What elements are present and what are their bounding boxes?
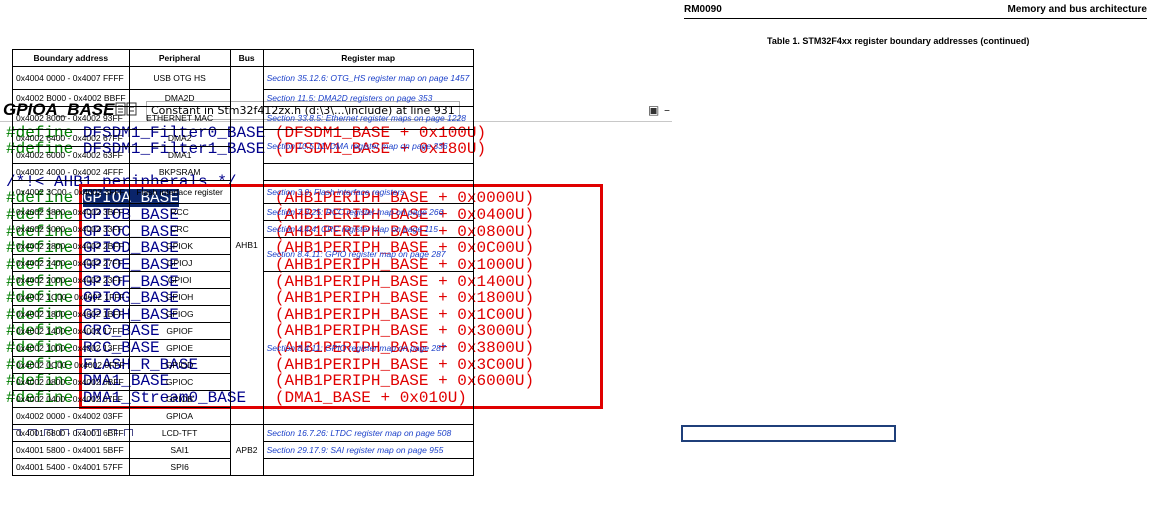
register-map-link[interactable]: Section 8.4.11: GPIO register map on pag… (262, 271, 474, 425)
boundary-address-cell: 0x4002 1800 - 0x4002 1BFF (12, 305, 130, 323)
peripheral-cell: GPIOH (128, 288, 231, 306)
boundary-address-cell: 0x4004 0000 - 0x4007 FFFF (12, 66, 130, 90)
register-map-link[interactable]: Section 10.5.11: DMA register map on pag… (262, 129, 474, 164)
register-map-link[interactable]: Section 16.7.26: LTDC register map on pa… (262, 424, 474, 442)
boundary-address-cell: 0x4002 8000 - 0x4002 93FF (12, 106, 130, 130)
boundary-address-cell: 0x4002 2400 - 0x4002 27FF (12, 254, 130, 272)
peripheral-cell: GPIOC (128, 373, 231, 391)
bus-cell-ahb1: AHB1 (229, 66, 264, 425)
register-map-link[interactable]: Section 33.8.5: Ethernet register maps o… (262, 106, 474, 130)
boundary-address-cell: 0x4001 5400 - 0x4001 57FF (12, 458, 130, 476)
header-rule (684, 18, 1147, 19)
peripheral-cell: DMA2 (128, 129, 231, 147)
register-map-link[interactable]: Section 35.12.6: OTG_HS register map on … (262, 66, 474, 90)
table-row: 0x4001 6800 - 0x4001 6BFF LCD-TFT APB2 Sect… (12, 424, 474, 476)
boundary-address-cell: 0x4002 6000 - 0x4002 63FF (12, 146, 130, 164)
boundary-address-cell: 0x4002 0000 - 0x4002 03FF (12, 407, 130, 425)
boundary-address-cell: 0x4002 0C00 - 0x4002 0FFF (12, 356, 130, 374)
minimize-icon[interactable]: – (664, 103, 670, 117)
register-map-link[interactable]: Section 7.3.25: RCC register map on page… (262, 203, 474, 221)
boundary-address-cell: 0x4002 0400 - 0x4002 07FF (12, 390, 130, 408)
boundary-address-cell: 0x4002 0800 - 0x4002 0BFF (12, 373, 130, 391)
boundary-address-cell: 0x4002 1400 - 0x4002 17FF (12, 322, 130, 340)
peripheral-cell: GPIOG (128, 305, 231, 323)
boundary-address-cell: 0x4002 3C00 - 0x4002 3FFF (12, 180, 130, 204)
peripheral-cell: CRC (128, 220, 231, 238)
boundary-address-cell: 0x4002 B000 - 0x4002 BBFF (12, 89, 130, 107)
register-map-link[interactable]: Section 4.4.4: CRC register map on page … (262, 220, 474, 238)
peripheral-cell: BKPSRAM (128, 163, 231, 181)
peripheral-cell: Flash interface register (128, 180, 231, 204)
peripheral-cell: GPIOI (128, 271, 231, 289)
table-caption: Table 1. STM32F4xx register boundary add… (767, 36, 1030, 46)
register-map-link[interactable] (262, 458, 474, 476)
boundary-address-cell: 0x4002 3800 - 0x4002 3BFF (12, 203, 130, 221)
boundary-address-cell: 0x4002 2000 - 0x4002 23FF (12, 271, 130, 289)
peripheral-cell: SAI1 (128, 441, 231, 459)
peripheral-cell: USB OTG HS (128, 66, 231, 90)
peripheral-cell: GPIOB (128, 390, 231, 408)
register-map-link[interactable]: Section 8.4.11: GPIO register map on pag… (262, 237, 474, 272)
section-title: Memory and bus architecture (1007, 4, 1147, 15)
peripheral-cell: GPIOK (128, 237, 231, 255)
boundary-address-cell: 0x4002 6400 - 0x4002 67FF (12, 129, 130, 147)
bus-cell-apb2: APB2 (229, 424, 264, 476)
highlight-box-blue (681, 425, 896, 442)
register-map-link[interactable]: Section 11.5: DMA2D registers on page 35… (262, 89, 474, 107)
header-boundary-address: Boundary address (12, 49, 130, 67)
boundary-address-cell: 0x4002 2800 - 0x4002 2BFF (12, 237, 130, 255)
header-bus: Bus (229, 49, 264, 67)
boundary-address-cell: 0x4001 5800 - 0x4001 5BFF (12, 441, 130, 459)
boundary-address-cell: 0x4002 1C00 - 0x4002 1FFF (12, 288, 130, 306)
peripheral-cell: GPIOF (128, 322, 231, 340)
peripheral-cell: RCC (128, 203, 231, 221)
peripheral-cell: GPIOD (128, 356, 231, 374)
boundary-address-cell: 0x4002 4000 - 0x4002 4FFF (12, 163, 130, 181)
boundary-address-cell: 0x4002 3000 - 0x4002 33FF (12, 220, 130, 238)
peripheral-cell: ETHERNET MAC (128, 106, 231, 130)
peripheral-cell: GPIOJ (128, 254, 231, 272)
peripheral-cell: DMA1 (128, 146, 231, 164)
header-register-map: Register map (262, 49, 474, 67)
peripheral-cell: DMA2D (128, 89, 231, 107)
register-map-link[interactable]: Section 3.9: Flash interface registers (262, 180, 474, 204)
pin-icon[interactable]: ▣ (648, 103, 659, 117)
register-map-link[interactable]: Section 29.17.9: SAI register map on pag… (262, 441, 474, 459)
document-code: RM0090 (684, 4, 722, 15)
peripheral-cell: LCD-TFT (128, 424, 231, 442)
register-map-link[interactable] (262, 163, 474, 181)
peripheral-cell: GPIOA (128, 407, 231, 425)
table-header-row: Boundary address Peripheral Bus Register… (12, 49, 474, 67)
peripheral-cell: SPI6 (128, 458, 231, 476)
register-boundary-table: Boundary address Peripheral Bus Register… (12, 49, 474, 476)
boundary-address-cell: 0x4001 6800 - 0x4001 6BFF (12, 424, 130, 442)
boundary-address-cell: 0x4002 1000 - 0x4002 13FF (12, 339, 130, 357)
table-row: 0x4004 0000 - 0x4007 FFFF USB OTG HS AHB1 S… (12, 66, 474, 425)
header-peripheral: Peripheral (128, 49, 231, 67)
peripheral-cell: GPIOE (128, 339, 231, 357)
